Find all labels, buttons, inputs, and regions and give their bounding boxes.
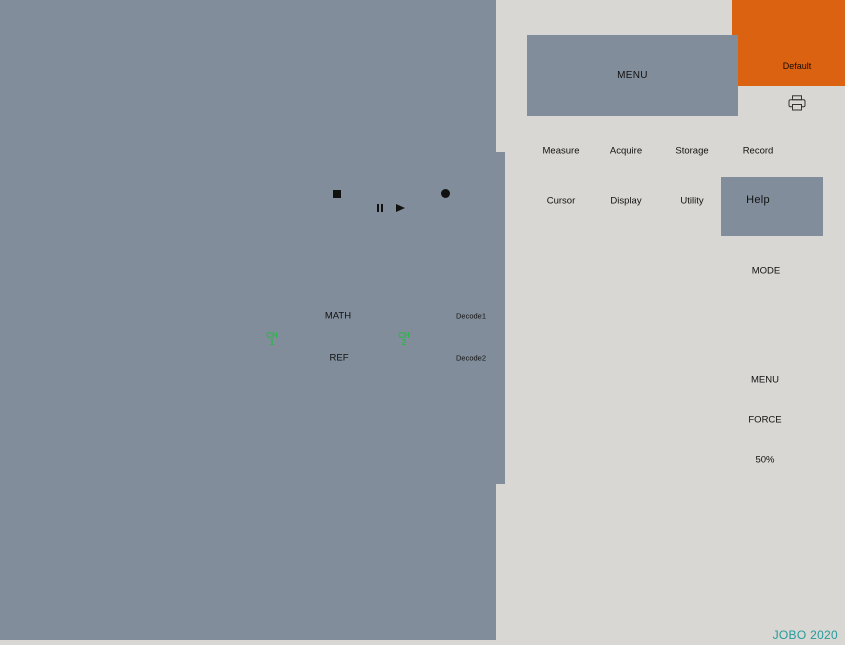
- default-label: Default: [782, 61, 812, 71]
- display-button[interactable]: Display: [610, 196, 641, 207]
- default-button[interactable]: Default: [732, 0, 845, 86]
- trigger-50-percent-button[interactable]: 50%: [755, 455, 774, 466]
- decode2-button[interactable]: Decode2: [456, 354, 486, 363]
- decode1-button[interactable]: Decode1: [456, 312, 486, 321]
- utility-button[interactable]: Utility: [680, 196, 703, 207]
- display-side-tab: [496, 152, 505, 484]
- channel-2-number: 2: [401, 338, 407, 347]
- menu-panel[interactable]: MENU: [527, 35, 738, 116]
- trigger-menu-button[interactable]: MENU: [751, 375, 779, 386]
- channel-2-button[interactable]: CH 2: [398, 332, 410, 347]
- help-label: Help: [746, 194, 770, 206]
- storage-button[interactable]: Storage: [675, 146, 708, 157]
- help-button[interactable]: Help: [721, 177, 823, 236]
- trigger-mode-button[interactable]: MODE: [752, 266, 781, 277]
- channel-1-number: 1: [269, 338, 275, 347]
- record-button[interactable]: Record: [743, 146, 774, 157]
- bottom-strip: [0, 640, 845, 645]
- measure-button[interactable]: Measure: [543, 146, 580, 157]
- record-icon[interactable]: [441, 189, 450, 198]
- menu-label: MENU: [617, 70, 648, 81]
- math-button[interactable]: MATH: [325, 311, 351, 322]
- oscilloscope-display: [0, 0, 496, 640]
- acquire-button[interactable]: Acquire: [610, 146, 642, 157]
- channel-1-button[interactable]: CH 1: [266, 332, 278, 347]
- cursor-button[interactable]: Cursor: [547, 196, 576, 207]
- stop-icon[interactable]: [333, 190, 341, 198]
- ref-button[interactable]: REF: [330, 353, 349, 364]
- play-icon[interactable]: [396, 204, 405, 212]
- pause-icon[interactable]: [377, 204, 384, 212]
- printer-icon[interactable]: [788, 95, 806, 111]
- trigger-force-button[interactable]: FORCE: [748, 415, 781, 426]
